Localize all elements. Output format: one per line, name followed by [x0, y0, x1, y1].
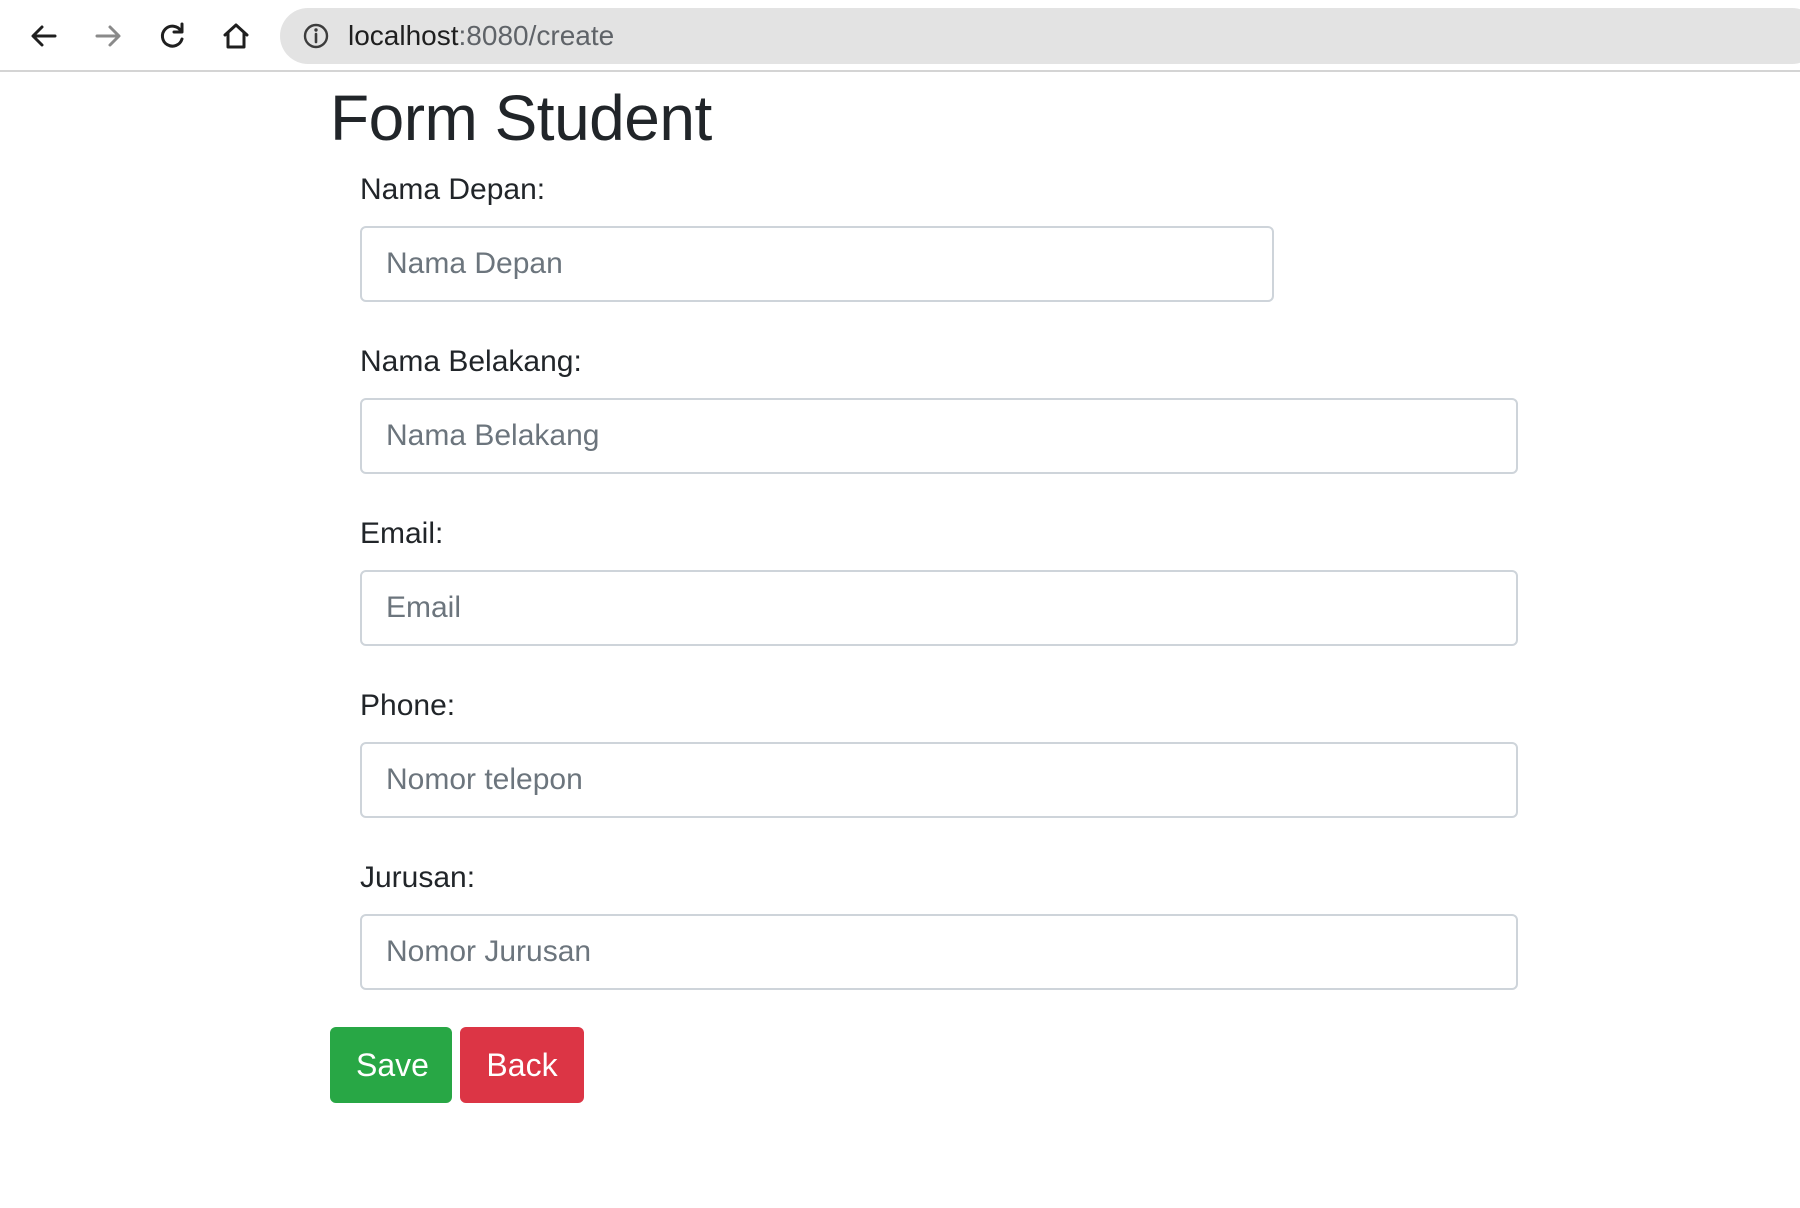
phone-label: Phone:: [360, 689, 456, 722]
field-nama-belakang: Nama Belakang:: [360, 342, 1518, 474]
field-nama-depan: Nama Depan:: [360, 170, 1274, 302]
field-phone: Phone:: [360, 686, 1518, 818]
field-email: Email:: [360, 514, 1518, 646]
field-jurusan: Jurusan:: [360, 858, 1518, 990]
save-button[interactable]: Save: [330, 1027, 452, 1103]
jurusan-label: Jurusan:: [360, 861, 476, 894]
browser-toolbar: localhost:8080/create: [0, 0, 1800, 72]
nama-belakang-label: Nama Belakang:: [360, 345, 582, 378]
forward-button[interactable]: [86, 14, 130, 58]
email-input[interactable]: [360, 570, 1518, 646]
email-label: Email:: [360, 517, 444, 550]
arrow-right-icon: [95, 25, 121, 47]
nama-depan-input[interactable]: [360, 226, 1274, 302]
nama-belakang-input[interactable]: [360, 398, 1518, 474]
jurusan-input[interactable]: [360, 914, 1518, 990]
page-title: Form Student: [330, 82, 712, 154]
page-content: Form Student Nama Depan: Nama Belakang: …: [0, 72, 1800, 1208]
url-host: localhost: [348, 20, 459, 51]
address-bar[interactable]: localhost:8080/create: [280, 8, 1800, 64]
url-path: :8080/create: [458, 20, 615, 51]
home-icon: [223, 23, 249, 49]
back-link-button[interactable]: Back: [460, 1027, 584, 1103]
home-button[interactable]: [214, 14, 258, 58]
back-button[interactable]: [22, 14, 66, 58]
reload-icon: [160, 22, 184, 48]
arrow-left-icon: [31, 25, 57, 47]
url-text[interactable]: localhost:8080/create: [348, 8, 614, 64]
nama-depan-label: Nama Depan:: [360, 173, 546, 206]
reload-button[interactable]: [150, 14, 194, 58]
phone-input[interactable]: [360, 742, 1518, 818]
info-icon[interactable]: [302, 22, 330, 50]
